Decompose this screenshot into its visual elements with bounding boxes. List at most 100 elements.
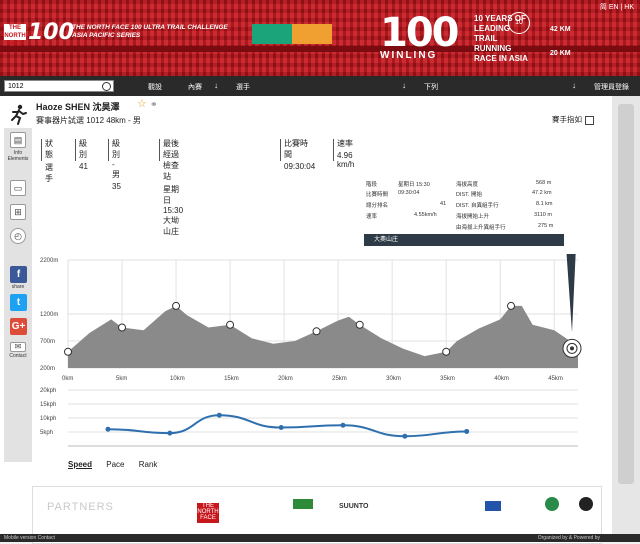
speed-chart[interactable]: 20kph 15kph 10kph 5kph [38,382,598,454]
info-cell: DIST. 自異組手行 [456,203,499,209]
grid-view-icon[interactable]: ⊞ [10,204,26,220]
runner-position-icon[interactable] [562,338,582,358]
tab-pace[interactable]: Pace [106,460,124,469]
google-plus-icon[interactable]: G+ [10,318,27,335]
nav-item-runner[interactable]: 選手 [236,82,250,92]
stat-label: 速率 [337,139,353,148]
tab-speed[interactable]: Speed [68,460,92,469]
stat-status: 狀態 選手 [41,138,53,184]
chevron-down-icon[interactable]: ↓ [402,81,406,90]
runner-manual-label: 賽手指如 [552,115,582,124]
speed-markers [105,412,470,439]
speed-point [167,430,173,436]
green-block [252,24,292,44]
speed-grid [68,389,578,447]
stat-rank: 級別 41 [75,138,88,171]
favorite-star-icon[interactable]: ☆ [137,97,147,110]
runner-icon [11,104,27,125]
stat-value: 4.96 km/h [337,151,355,169]
footer-credits: Organized by & Powered by [537,535,600,541]
athlete-name: Haoze SHEN 沈昊澤 [36,102,120,112]
stat-value: 09:30:04 [284,162,316,171]
dist-tag-42: 42 KM [550,26,571,33]
runner-manual-link[interactable]: 賽手指如 [552,114,594,125]
tab-rank[interactable]: Rank [139,460,158,469]
position-dot [570,346,574,351]
partner-logo-blue[interactable] [485,501,501,511]
elevation-area [68,305,578,368]
profile-y-ticks: 2200m 1200m 700m 200m [40,258,58,372]
stat-race-time: 比賽時間 09:30:04 [279,138,316,171]
compass-icon[interactable]: ◴ [10,228,26,244]
language-switch[interactable]: 简 EN | HK [600,2,634,12]
info-row: 速率 4.55km/h 海拔開始上升 3110 m [364,212,564,221]
admin-login-link[interactable]: 管理員登錄 [594,82,629,92]
checkpoint-marker [442,347,451,356]
y-tick-label: 5kph [40,430,53,436]
info-cell: 4.55km/h [414,212,437,218]
speed-y-ticks: 20kph 15kph 10kph 5kph [40,388,56,436]
elevation-profile-chart[interactable]: 2200m1200m700m200m 0km 5km 10km 15km 20km 25k… [38,254,598,384]
info-row: 由海拔上升異組手行 275 m [364,223,564,232]
stat-rank-male: 級別 - 男 35 [108,138,121,191]
info-cell: 階段 [366,182,378,188]
checkpoint-info-box: 階段 星期日 15:30 海拔高度 568 m 比賽時間 09:30:04 DI… [364,180,564,236]
contact-label: Contact [9,353,27,359]
chart-tabs: Speed Pace Rank [68,460,169,469]
footer-links[interactable]: Mobile version Contact [4,534,55,542]
info-elements-icon[interactable]: ▤ [10,132,26,148]
stat-label: 級別 [79,139,87,159]
bib-search-input[interactable]: 1012 [4,80,114,92]
info-cell: 47.2 km [532,190,552,196]
scrollbar-thumb[interactable] [618,104,634,484]
speed-point [105,426,111,432]
partner-logo-tnf[interactable]: THE NORTH FACE [197,503,219,523]
speed-point [340,422,346,428]
checkpoint-marker [172,301,181,310]
info-row: 階段 星期日 15:30 海拔高度 568 m [364,180,564,189]
banner-title-line1: THE NORTH FACE 100 ULTRA TRAIL CHALLENGE [72,24,228,31]
banner-stripe [0,46,640,52]
checkpoint-marker [312,327,321,336]
stat-value: 41 [79,162,88,171]
info-cell: 海拔高度 [456,182,479,188]
nav-item-view[interactable]: 觀設 [148,82,162,92]
checkpoint-marker [226,320,235,329]
speed-point [278,425,284,431]
y-tick-label: 15kph [40,402,56,408]
y-tick-label: 200m [40,366,55,372]
checkpoint-pin-label: 大奧山庄 [364,234,564,246]
partner-logo-round-black[interactable] [579,497,593,511]
stat-speed: 速率 4.96 km/h [332,138,355,169]
tnf-logo-icon[interactable]: THE NORTH FACE [4,24,26,47]
chevron-down-icon[interactable]: ↓ [214,81,218,90]
footer-bar: Mobile version Contact Organized by & Po… [0,534,640,542]
info-cell: 由海拔上升異組手行 [456,225,506,231]
facebook-icon[interactable]: f [10,266,27,283]
card-view-icon[interactable]: ▭ [10,180,26,196]
position-pin [566,254,576,333]
logo-100[interactable]: 100 [28,20,74,45]
color-blocks [252,24,332,44]
y-tick-label: 1200m [40,312,58,318]
nav-item-race[interactable]: 內賽 [188,82,202,92]
info-row: 比賽時間 09:30:04 DIST. 開始 47.2 km [364,190,564,199]
link-icon[interactable]: ⚭ [150,99,158,110]
partner-logo-round-green[interactable] [545,497,559,511]
scrollbar[interactable] [612,96,640,542]
partner-logo-green[interactable] [293,499,313,509]
search-icon[interactable] [102,82,111,91]
info-cell: 海拔開始上升 [456,214,490,220]
info-elements-label: Info Elements [7,150,29,162]
partner-logo-suunto[interactable]: SUUNTO [339,503,368,510]
twitter-icon[interactable]: t [10,294,27,311]
chevron-down-icon[interactable]: ↓ [572,81,576,90]
info-cell: 568 m [536,180,552,186]
speed-point [464,428,470,434]
speed-point [402,433,408,439]
checkpoint-marker [507,301,516,310]
nav-item-list[interactable]: 下列 [424,82,438,92]
mail-icon[interactable]: ✉ [10,342,26,352]
info-row: 總分排名 41 DIST. 自異組手行 8.1 km [364,201,564,210]
search-value: 1012 [8,83,24,90]
